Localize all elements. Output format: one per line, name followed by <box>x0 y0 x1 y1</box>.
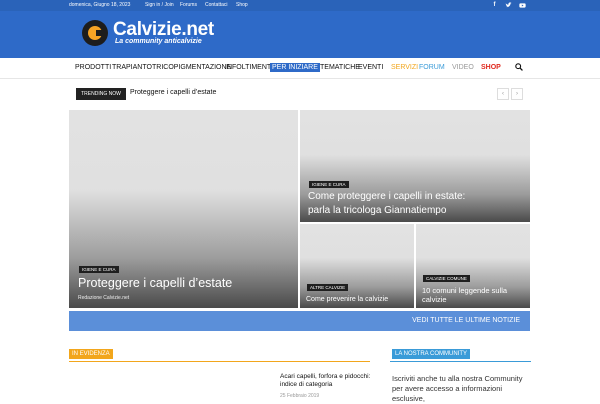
featured-top-right-title-line1[interactable]: Come proteggere i capelli in estate: <box>308 191 465 202</box>
shop-link[interactable]: Shop <box>236 2 248 8</box>
nav-infoltimenti[interactable]: INFOLTIMENTI <box>223 63 275 72</box>
section-label-community: LA NOSTRA COMMUNITY <box>392 349 471 359</box>
category-badge[interactable]: CALVIZIE COMUNE <box>423 275 470 282</box>
trending-label: TRENDING NOW <box>76 88 126 100</box>
nav-per-iniziare[interactable]: PER INIZIARE <box>270 63 320 72</box>
article-title-link[interactable]: Acari capelli, forfora e pidocchi: indic… <box>280 373 374 389</box>
featured-bottom-left-title[interactable]: Come prevenire la calvizie <box>306 296 388 303</box>
facebook-icon[interactable]: f <box>491 2 498 9</box>
nav-shop[interactable]: SHOP <box>479 63 503 72</box>
section-divider <box>390 361 531 362</box>
article-date: 25 Febbraio 2019 <box>280 393 320 399</box>
logo-icon[interactable] <box>82 20 108 46</box>
featured-bottom-left-tile[interactable]: ALTRE CALVIZIE Come prevenire la calvizi… <box>300 224 414 308</box>
featured-main-author[interactable]: Redazione Calvizie.net <box>78 295 129 301</box>
sign-in-link[interactable]: Sign in / Join <box>145 2 174 8</box>
top-bar: domenica, Giugno 18, 2023 Sign in / Join… <box>0 0 600 11</box>
site-tagline: La community anticalvizie <box>115 38 202 45</box>
nav-forum[interactable]: FORUM <box>417 63 447 72</box>
featured-bottom-right-title-line2[interactable]: calvizie <box>422 295 447 304</box>
nav-video[interactable]: VIDEO <box>450 63 476 72</box>
featured-top-right-title-line2[interactable]: parla la tricologa Giannatiempo <box>308 205 446 216</box>
chevron-right-icon[interactable]: › <box>511 88 523 100</box>
youtube-icon[interactable] <box>519 2 526 9</box>
twitter-icon[interactable] <box>505 2 512 9</box>
nav-eventi[interactable]: EVENTI <box>356 63 385 72</box>
search-icon[interactable] <box>515 63 523 71</box>
contattaci-link[interactable]: Contattaci <box>205 2 228 8</box>
featured-bottom-right-title-line1[interactable]: 10 comuni leggende sulla <box>422 286 507 295</box>
nav-servizi[interactable]: SERVIZI <box>389 63 420 72</box>
featured-top-right-tile[interactable]: IGIENE E CURA Come proteggere i capelli … <box>300 110 530 222</box>
category-badge[interactable]: IGIENE E CURA <box>79 266 119 273</box>
nav-trapianto[interactable]: TRAPIANTO <box>110 63 154 72</box>
featured-main-title[interactable]: Proteggere i capelli d’estate <box>78 276 232 290</box>
section-label-in-evidenza: IN EVIDENZA <box>69 349 113 359</box>
featured-main-tile[interactable]: IGIENE E CURA Proteggere i capelli d’est… <box>69 110 298 308</box>
category-badge[interactable]: IGIENE E CURA <box>309 181 349 188</box>
nav-prodotti[interactable]: PRODOTTI <box>73 63 113 72</box>
view-all-news-button[interactable]: VEDI TUTTE LE ULTIME NOTIZIE <box>69 311 530 331</box>
trending-article-link[interactable]: Proteggere i capelli d’estate <box>130 89 216 96</box>
nav-tricopigmentazione[interactable]: TRICOPIGMENTAZIONE <box>150 63 233 72</box>
current-date: domenica, Giugno 18, 2023 <box>69 2 131 8</box>
forums-link[interactable]: Forums <box>180 2 197 8</box>
chevron-left-icon[interactable]: ‹ <box>497 88 509 100</box>
featured-bottom-right-tile[interactable]: CALVIZIE COMUNE 10 comuni leggende sulla… <box>416 224 530 308</box>
category-badge[interactable]: ALTRE CALVIZIE <box>307 284 349 291</box>
section-divider <box>69 361 370 362</box>
main-nav: PRODOTTI TRAPIANTO TRICOPIGMENTAZIONE IN… <box>0 58 600 79</box>
